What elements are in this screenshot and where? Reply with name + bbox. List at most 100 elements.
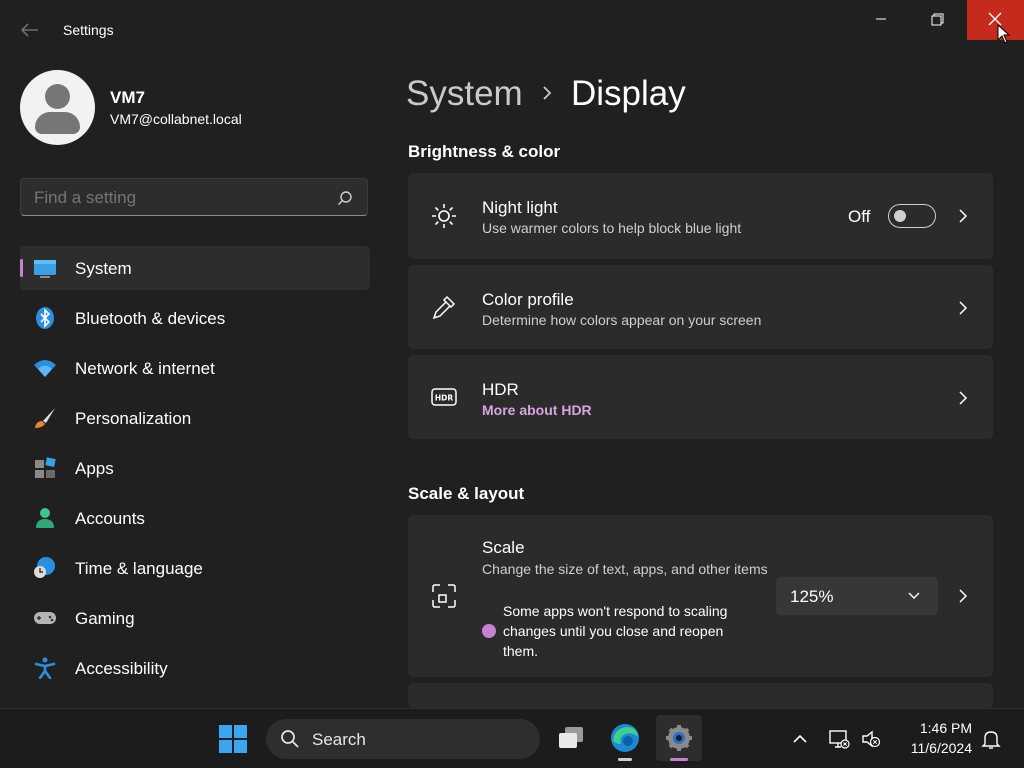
night-light-toggle-state: Off <box>848 207 871 226</box>
sidebar-item-label: Network & internet <box>75 359 215 378</box>
hdr-card[interactable]: HDR HDR More about HDR <box>408 355 993 439</box>
accessibility-icon <box>34 657 56 679</box>
svg-text:HDR: HDR <box>435 394 454 403</box>
user-email: VM7@collabnet.local <box>110 111 242 127</box>
close-icon <box>988 12 1002 26</box>
time-language-icon <box>34 557 55 578</box>
accounts-icon <box>36 508 54 528</box>
sidebar-item-label: Bluetooth & devices <box>75 309 226 328</box>
section-title-brightness: Brightness & color <box>408 142 561 161</box>
network-status-icon[interactable] <box>828 728 850 750</box>
sidebar-item-bluetooth[interactable]: Bluetooth & devices <box>20 296 370 340</box>
color-profile-title: Color profile <box>482 290 574 309</box>
edge-icon <box>611 724 639 752</box>
night-light-toggle[interactable] <box>888 204 936 228</box>
task-view-icon <box>559 727 583 748</box>
sidebar-item-time-language[interactable]: Time & language <box>20 546 370 590</box>
volume-muted-icon[interactable] <box>860 728 882 750</box>
next-setting-card[interactable] <box>408 683 993 708</box>
taskbar-time[interactable]: 1:46 PM <box>900 720 972 736</box>
chevron-right-icon[interactable] <box>957 587 969 605</box>
taskbar: Search 1:46 PM 11/6/2024 <box>0 708 1024 768</box>
close-button[interactable] <box>967 0 1024 40</box>
notification-bell-icon[interactable] <box>980 728 1002 750</box>
night-light-card[interactable]: Night light Use warmer colors to help bl… <box>408 173 993 259</box>
night-light-title: Night light <box>482 198 558 217</box>
sidebar-item-accessibility[interactable]: Accessibility <box>20 646 370 690</box>
night-light-subtitle: Use warmer colors to help block blue lig… <box>482 220 742 236</box>
taskbar-search-label: Search <box>312 730 366 749</box>
color-profile-card[interactable]: Color profile Determine how colors appea… <box>408 265 993 349</box>
avatar-body-shape <box>35 112 80 134</box>
sidebar-item-label: System <box>75 259 132 278</box>
system-icon <box>34 260 56 278</box>
apps-icon <box>35 457 56 478</box>
find-setting-box[interactable] <box>20 178 368 216</box>
wifi-icon <box>34 360 56 377</box>
gamepad-icon <box>34 612 56 624</box>
sidebar-item-label: Personalization <box>75 409 192 428</box>
chevron-right-icon[interactable] <box>957 299 969 317</box>
find-setting-input[interactable] <box>34 188 324 208</box>
scale-subtitle: Change the size of text, apps, and other… <box>482 561 768 577</box>
search-icon[interactable] <box>337 190 353 206</box>
windows-start-icon[interactable] <box>218 724 248 754</box>
scale-warning-text: Some apps won't respond to scaling chang… <box>503 603 728 659</box>
sidebar-item-label: Gaming <box>75 609 135 628</box>
mouse-cursor-icon <box>997 24 1011 44</box>
edge-taskbar-button[interactable] <box>602 715 648 761</box>
active-indicator <box>20 259 23 277</box>
sidebar-item-gaming[interactable]: Gaming <box>20 596 370 640</box>
hdr-icon: HDR <box>431 388 457 406</box>
sidebar-item-apps[interactable]: Apps <box>20 446 370 490</box>
chevron-down-icon <box>908 592 920 599</box>
active-app-indicator <box>670 758 688 761</box>
settings-taskbar-button[interactable] <box>656 715 702 761</box>
sidebar-item-network[interactable]: Network & internet <box>20 346 370 390</box>
avatar-head-shape <box>45 84 70 109</box>
sidebar-item-label: Accessibility <box>75 659 168 678</box>
scale-dropdown[interactable]: 125% <box>776 577 938 615</box>
toggle-knob <box>894 210 906 222</box>
minimize-button[interactable] <box>858 0 904 40</box>
sidebar-nav: System Bluetooth & devices Network & int… <box>20 246 370 696</box>
taskbar-search-box[interactable]: Search <box>266 719 540 759</box>
back-arrow-icon[interactable] <box>18 20 42 40</box>
breadcrumb-system-link[interactable]: System <box>406 74 523 114</box>
gear-icon <box>666 725 692 751</box>
sidebar-item-accounts[interactable]: Accounts <box>20 496 370 540</box>
page-title: Display <box>571 74 686 113</box>
scale-dropdown-value: 125% <box>790 587 834 606</box>
title-bar: Settings <box>0 0 1024 60</box>
sidebar-item-label: Accounts <box>75 509 145 528</box>
sidebar-item-label: Apps <box>75 459 114 478</box>
restore-icon <box>931 13 944 26</box>
brightness-icon <box>432 204 456 228</box>
scale-card[interactable]: Scale Change the size of text, apps, and… <box>408 515 993 677</box>
brush-icon <box>35 408 55 428</box>
scale-icon <box>432 584 456 608</box>
user-name: VM7 <box>110 88 145 107</box>
restore-button[interactable] <box>914 0 960 40</box>
bluetooth-icon <box>36 307 54 329</box>
task-view-button[interactable] <box>548 715 594 761</box>
sidebar-item-system[interactable]: System <box>20 246 370 290</box>
hdr-title: HDR <box>482 380 519 399</box>
chevron-right-icon[interactable] <box>957 389 969 407</box>
app-title: Settings <box>63 22 114 38</box>
more-about-hdr-link[interactable]: More about HDR <box>482 402 592 418</box>
search-icon <box>281 730 299 748</box>
chevron-right-icon[interactable] <box>957 207 969 225</box>
scale-title: Scale <box>482 538 525 557</box>
avatar[interactable] <box>20 70 95 145</box>
color-picker-icon <box>432 295 456 320</box>
minimize-icon <box>876 18 886 20</box>
sidebar-item-personalization[interactable]: Personalization <box>20 396 370 440</box>
sidebar-item-label: Time & language <box>75 559 203 578</box>
section-title-scale-layout: Scale & layout <box>408 484 525 503</box>
chevron-up-icon[interactable] <box>789 728 811 750</box>
warning-dot-icon <box>482 624 496 638</box>
color-profile-subtitle: Determine how colors appear on your scre… <box>482 312 762 328</box>
taskbar-date[interactable]: 11/6/2024 <box>900 740 972 756</box>
running-indicator <box>618 758 632 761</box>
